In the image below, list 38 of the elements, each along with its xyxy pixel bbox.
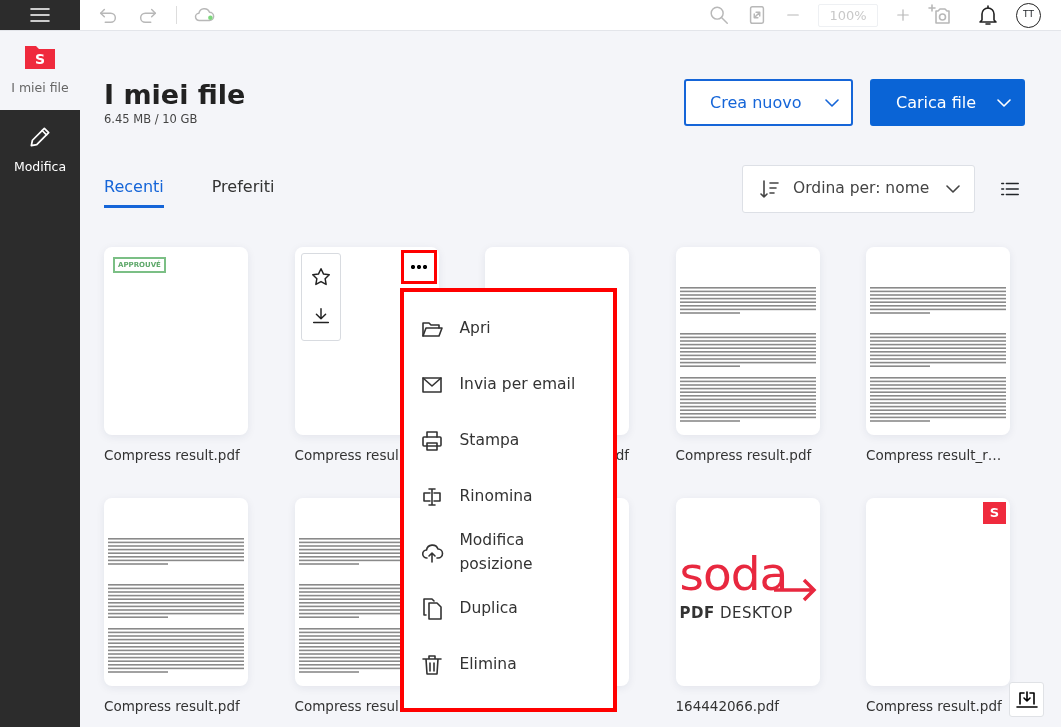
folder-logo-icon: S [23, 43, 57, 72]
sidebar-item[interactable]: S I miei file [0, 31, 80, 110]
storage-usage: 6.45 MB / 10 GB [104, 111, 199, 129]
app-badge: S [983, 501, 1006, 524]
file-name[interactable]: Compress result.pdf [104, 695, 284, 717]
create-button[interactable]: Crea nuovo [684, 79, 853, 126]
file-thumbnail[interactable]: S [866, 497, 1010, 686]
menu-item[interactable]: Invia per email [403, 356, 613, 413]
logo-text: soda [679, 549, 788, 597]
printer-icon [419, 428, 444, 453]
file-thumbnail[interactable] [866, 246, 1010, 435]
caret-icon [946, 184, 960, 193]
caret-icon [825, 98, 839, 107]
file-thumbnail[interactable] [675, 246, 820, 435]
trash-icon [419, 652, 444, 677]
logo-subtitle: PDF DESKTOP [679, 602, 793, 624]
tab[interactable]: Recenti [104, 175, 164, 209]
download-app-button[interactable] [1009, 682, 1044, 717]
search-icon[interactable] [708, 4, 730, 26]
file-name[interactable]: Compress result.pdf [675, 444, 856, 465]
caret-icon [997, 98, 1011, 107]
upload-button[interactable]: Carica file [870, 79, 1025, 126]
menu-item[interactable]: Apri [403, 300, 613, 357]
ellipsis-icon [410, 264, 427, 269]
file-name[interactable]: Compress result_r… [866, 444, 1046, 465]
file-thumbnail[interactable] [104, 497, 248, 686]
file-name[interactable]: Compress result.pdf [866, 695, 1046, 717]
tab[interactable]: Preferiti [211, 175, 275, 209]
menu-item[interactable]: Stampa [403, 412, 613, 469]
sort-dropdown[interactable]: Ordina per: nome [742, 164, 975, 213]
bell-icon[interactable] [976, 3, 1000, 27]
menu-item[interactable]: Elimina [403, 636, 613, 693]
page-title: I miei file [104, 79, 246, 112]
file-name[interactable]: Compress result.pdf [104, 444, 284, 465]
file-name[interactable]: 164442066.pdf [675, 695, 856, 717]
camera-icon[interactable] [928, 3, 952, 27]
sidebar-item[interactable]: Modifica [0, 110, 80, 190]
file-thumbnail[interactable]: soda PDF DESKTOP [675, 497, 820, 686]
